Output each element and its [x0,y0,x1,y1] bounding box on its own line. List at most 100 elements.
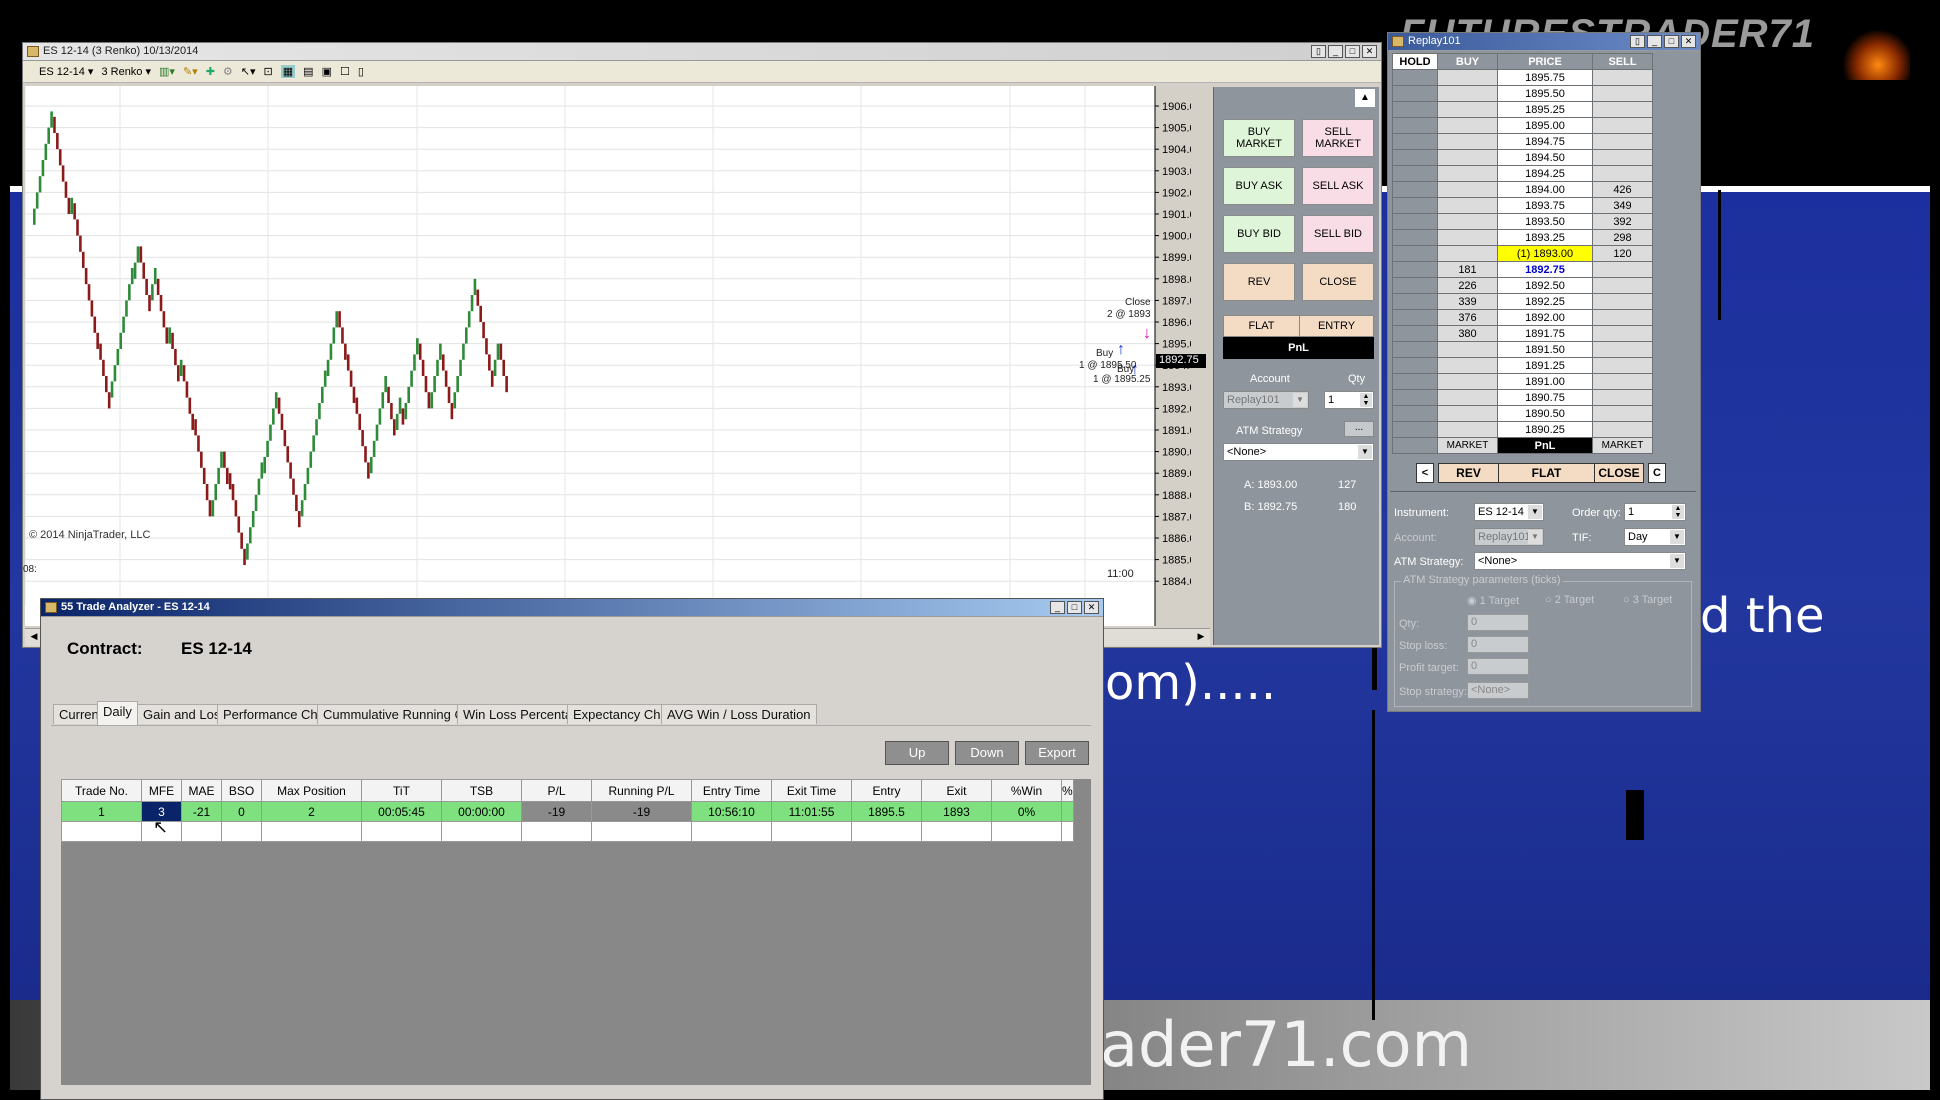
sell-cell[interactable]: 426 [1592,181,1653,198]
close-button[interactable]: ✕ [1681,35,1696,48]
ladder-row[interactable]: 1891.50 [1392,341,1653,358]
sell-market-button[interactable]: SELL MARKET [1302,119,1374,157]
sell-cell[interactable] [1592,165,1653,182]
buy-cell[interactable] [1437,245,1498,262]
ladder-row[interactable]: 1893.25 298 [1392,229,1653,246]
pin-button[interactable]: ▯ [1630,35,1645,48]
profit-target-stepper[interactable]: 0 [1467,658,1529,675]
buy-cell[interactable]: 226 [1437,277,1498,294]
table-row[interactable]: 1 3 -21 0 2 00:05:45 00:00:00 -19 -19 10:56:10 11:… [61,801,1074,822]
hold-cell[interactable] [1392,101,1438,118]
tab-daily[interactable]: Daily [97,701,138,725]
table-cell[interactable] [851,821,922,842]
maximize-button[interactable]: □ [1345,45,1360,58]
ladder-row[interactable]: 1891.00 [1392,373,1653,390]
column-header[interactable]: % [1061,779,1074,802]
price-chart[interactable]: ↑↑↓ 1906.001905.001904.001903.001902.001… [23,86,1206,626]
buy-cell[interactable] [1437,85,1498,102]
table-cell[interactable]: 1 [61,801,142,822]
add-indicator-icon[interactable]: ✚ [206,65,215,78]
cancel-all-button[interactable]: C [1648,463,1666,483]
ladder-row[interactable]: 1891.25 [1392,357,1653,374]
sell-cell[interactable] [1592,85,1653,102]
sell-ask-button[interactable]: SELL ASK [1302,167,1374,205]
sell-cell[interactable] [1592,325,1653,342]
hold-cell[interactable] [1392,309,1438,326]
table-cell[interactable]: 11:01:55 [771,801,852,822]
hold-cell[interactable] [1392,293,1438,310]
table-cell[interactable] [1061,821,1074,842]
buy-cell[interactable] [1437,213,1498,230]
hold-cell[interactable] [1392,421,1438,438]
instrument-select[interactable]: ES 12-14 ▼ [1474,503,1544,521]
ladder-row[interactable]: 1895.50 [1392,85,1653,102]
scroll-right-arrow[interactable]: ▶ [1194,631,1208,645]
table-cell[interactable]: -21 [181,801,222,822]
hold-cell[interactable] [1392,373,1438,390]
scroll-left-arrow[interactable]: ◀ [27,631,41,645]
column-header[interactable]: Running P/L [591,779,692,802]
sell-bid-button[interactable]: SELL BID [1302,215,1374,253]
hold-cell[interactable] [1392,213,1438,230]
buy-cell[interactable] [1437,229,1498,246]
target-2-radio[interactable]: ○ 2 Target [1545,594,1594,606]
ladder-row[interactable]: 1894.25 [1392,165,1653,182]
buy-cell[interactable] [1437,405,1498,422]
hold-cell[interactable] [1392,325,1438,342]
sell-cell[interactable] [1592,101,1653,118]
column-header[interactable]: Exit [921,779,992,802]
column-header[interactable]: Exit Time [771,779,852,802]
sell-cell[interactable] [1592,373,1653,390]
tab-avg-win-loss-duration[interactable]: AVG Win / Loss Duration [661,704,817,724]
ladder-row[interactable]: 1893.75 349 [1392,197,1653,214]
sell-cell[interactable] [1592,261,1653,278]
sell-cell[interactable] [1592,133,1653,150]
chart-titlebar[interactable]: ES 12-14 (3 Renko) 10/13/2014 ▯ _ □ ✕ [23,43,1381,61]
hold-cell[interactable] [1392,389,1438,406]
table-cell[interactable] [261,821,362,842]
hold-cell[interactable] [1392,229,1438,246]
hold-cell[interactable] [1392,341,1438,358]
buy-market-cell[interactable]: MARKET [1437,437,1498,454]
hold-cell[interactable] [1392,245,1438,262]
ladder-row[interactable]: 1893.50 392 [1392,213,1653,230]
reverse-button[interactable]: REV [1223,263,1295,301]
sell-cell[interactable]: 120 [1592,245,1653,262]
buy-cell[interactable] [1437,197,1498,214]
table-cell[interactable] [921,821,992,842]
collapse-arrow-icon[interactable]: ▲ [1355,89,1375,107]
table-cell[interactable] [1061,801,1074,822]
sell-cell[interactable] [1592,149,1653,166]
table-cell[interactable]: -19 [591,801,692,822]
column-header[interactable]: BSO [221,779,262,802]
chart-trader-icon[interactable]: ▤ [303,65,313,78]
buy-cell[interactable] [1437,149,1498,166]
buy-bid-button[interactable]: BUY BID [1223,215,1295,253]
close-button[interactable]: ✕ [1084,601,1099,614]
ladder-row[interactable]: 1890.25 [1392,421,1653,438]
pin-button[interactable]: ▯ [1311,45,1326,58]
buy-cell[interactable] [1437,165,1498,182]
sell-cell[interactable] [1592,117,1653,134]
column-header[interactable]: P/L [521,779,592,802]
sell-cell[interactable] [1592,357,1653,374]
table-cell[interactable]: 0 [221,801,262,822]
sell-cell[interactable]: 298 [1592,229,1653,246]
hold-cell[interactable] [1392,357,1438,374]
table-cell[interactable] [181,821,222,842]
sell-cell[interactable] [1592,309,1653,326]
table-cell[interactable]: 1895.5 [851,801,922,822]
table-cell[interactable] [361,821,442,842]
export-button[interactable]: Export [1025,741,1089,765]
buy-cell[interactable] [1437,341,1498,358]
up-button[interactable]: Up [885,741,949,765]
account-select[interactable]: Replay101 ▼ [1223,391,1309,409]
dom-close-button[interactable]: CLOSE [1595,464,1643,482]
maximize-button[interactable]: □ [1067,601,1082,614]
ladder-row[interactable]: 1890.50 [1392,405,1653,422]
buy-cell[interactable] [1437,389,1498,406]
ladder-row[interactable]: 376 1892.00 [1392,309,1653,326]
sell-market-cell[interactable]: MARKET [1592,437,1653,454]
account-select[interactable]: Replay101 ▼ [1474,528,1544,546]
buy-cell[interactable]: 380 [1437,325,1498,342]
